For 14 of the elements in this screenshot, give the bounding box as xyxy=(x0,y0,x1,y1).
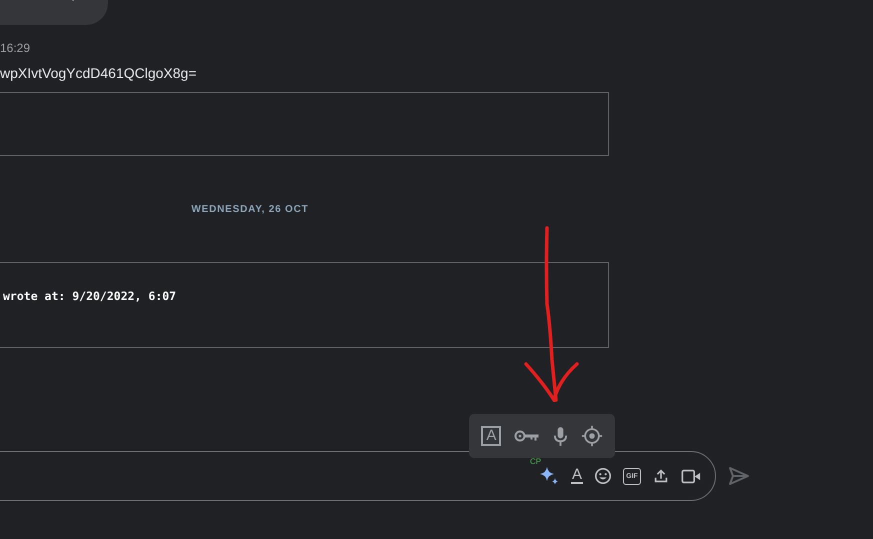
quote-text: wrote at: 9/20/2022, 6:07 xyxy=(3,289,176,303)
location-target-icon[interactable] xyxy=(580,425,603,447)
emoji-icon[interactable] xyxy=(594,467,612,485)
message-text: wpXIvtVogYcdD461QClgoX8g= xyxy=(0,65,198,83)
text-format-button[interactable]: A xyxy=(570,468,583,484)
video-camera-icon[interactable] xyxy=(681,468,701,484)
date-divider: WEDNESDAY, 26 OCT xyxy=(190,204,310,216)
text-box-button[interactable]: A xyxy=(481,426,502,446)
send-icon[interactable] xyxy=(728,466,750,486)
microphone-icon[interactable] xyxy=(552,426,568,446)
upload-icon[interactable] xyxy=(652,467,670,485)
key-icon[interactable] xyxy=(514,429,540,443)
message-time: 16:29 xyxy=(0,41,32,57)
cp-label: CP xyxy=(530,458,542,466)
